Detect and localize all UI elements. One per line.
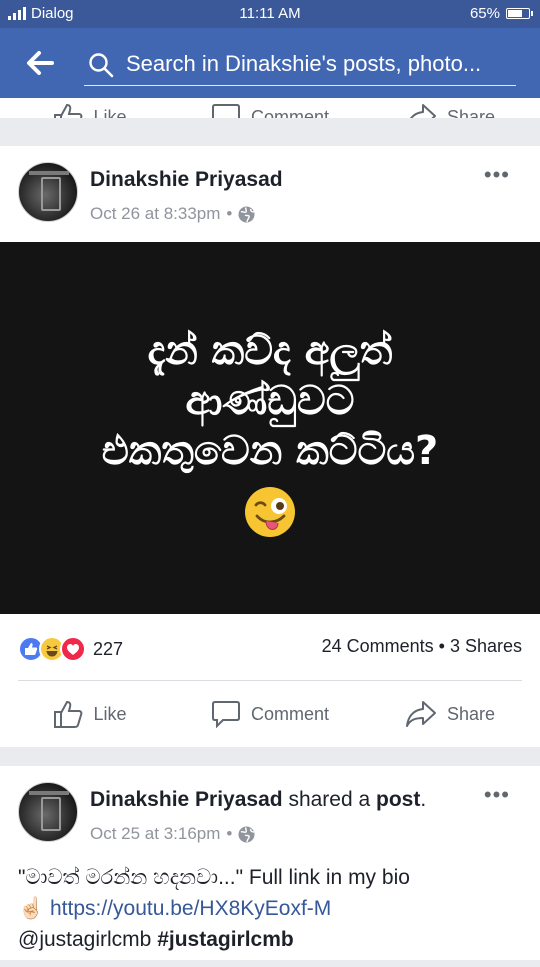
share-button[interactable]: Share (360, 681, 540, 747)
comment-label: Comment (250, 703, 330, 724)
post-date[interactable]: Oct 26 at 8:33pm (90, 204, 220, 224)
back-arrow-icon (27, 51, 54, 75)
reaction-count: 227 (93, 638, 124, 659)
prev-share-button[interactable]: Share (360, 98, 540, 118)
post-meta: Oct 26 at 8:33pm • (90, 204, 255, 224)
status-bar: Dialog 11:11 AM 65% (0, 0, 540, 28)
share-icon (405, 701, 436, 727)
post-header: Dinakshie Priyasad Oct 26 at 8:33pm • ••… (0, 146, 540, 242)
battery-status: 65% (469, 5, 533, 22)
post-text: "මාවත් මරන්න හදනවා..." Full link in my b… (0, 862, 540, 967)
post-image[interactable]: දැන් කව්ද අලුත් ආණ්ඩුවට එකතුවෙන කට්ටිය? (0, 242, 540, 614)
like-button[interactable]: Like (0, 681, 180, 747)
comments-shares-count[interactable]: 24 Comments • 3 Shares (322, 636, 522, 657)
post-text-line: "මාවත් මරන්න හදනවා..." Full link in my b… (18, 866, 410, 889)
winking-tongue-emoji-icon (245, 487, 295, 537)
youtube-link[interactable]: https://youtu.be/HX8KyEoxf-M (50, 897, 331, 920)
image-text-line: එකතුවෙන කට්ටිය? (101, 428, 439, 474)
search-bar[interactable]: Search in Dinakshie's posts, photo... (84, 40, 516, 86)
battery-percent: 65% (469, 5, 500, 22)
image-text-line: ආණ්ඩුවට (185, 378, 355, 424)
search-header: Search in Dinakshie's posts, photo... (0, 28, 540, 98)
like-label: Like (93, 703, 127, 724)
meta-separator: • (226, 204, 233, 223)
previous-post-actions: Like Comment Share (0, 98, 540, 118)
more-options-button[interactable]: ••• (484, 162, 510, 188)
author-name[interactable]: Dinakshie Priyasad (90, 168, 283, 192)
comment-icon (211, 104, 240, 118)
hashtag-link[interactable]: #justagirlcmb (157, 928, 294, 951)
search-underline (84, 85, 516, 86)
meta-separator: • (226, 824, 233, 843)
post-text-line: @justagirlcmb #justagirlcmb (18, 924, 522, 955)
love-reaction-icon (60, 636, 86, 662)
share-icon (409, 104, 436, 118)
comment-button[interactable]: Comment (180, 681, 360, 747)
image-text: දැන් කව්ද අලුත් ආණ්ඩුවට එකතුවෙන කට්ටිය? (0, 326, 540, 476)
post-date[interactable]: Oct 25 at 3:16pm (90, 824, 220, 844)
author-name[interactable]: Dinakshie Priyasad (90, 788, 283, 811)
shared-post-link[interactable]: post (376, 788, 420, 811)
avatar[interactable] (18, 162, 78, 222)
prev-comment-button[interactable]: Comment (180, 98, 360, 118)
prev-action-bar: Like Comment Share (0, 98, 540, 118)
clock: 11:11 AM (239, 5, 301, 22)
globe-icon (238, 206, 255, 222)
post-stats: 227 24 Comments • 3 Shares (18, 614, 522, 681)
image-text-line: දැන් කව්ද අලුත් (147, 328, 393, 374)
battery-fill (508, 10, 523, 17)
like-icon (54, 103, 83, 118)
prev-like-label: Like (93, 106, 127, 119)
action-bar: Like Comment Share (0, 681, 540, 747)
post-card: Dinakshie Priyasad shared a post. Oct 25… (0, 766, 540, 960)
post-meta: Oct 25 at 3:16pm • (90, 824, 255, 844)
post-text-line: ☝🏻 https://youtu.be/HX8KyEoxf-M (18, 893, 522, 924)
reactions-summary[interactable]: 227 (18, 636, 123, 662)
globe-icon (238, 826, 255, 842)
mention: @justagirlcmb (18, 928, 158, 951)
back-button[interactable] (22, 46, 58, 80)
search-icon (89, 53, 114, 78)
author-line: Dinakshie Priyasad shared a post. (90, 788, 426, 812)
post-card: Dinakshie Priyasad Oct 26 at 8:33pm • ••… (0, 146, 540, 747)
prev-like-button[interactable]: Like (0, 98, 180, 118)
share-label: Share (446, 703, 496, 724)
post-header: Dinakshie Priyasad shared a post. Oct 25… (0, 766, 540, 862)
like-icon (54, 700, 83, 728)
prev-comment-label: Comment (250, 106, 330, 119)
more-options-button[interactable]: ••• (484, 782, 510, 808)
avatar[interactable] (18, 782, 78, 842)
prev-share-label: Share (446, 106, 496, 119)
battery-icon (506, 8, 533, 19)
comment-icon (211, 701, 240, 728)
period: . (420, 788, 427, 811)
pointing-glyphs: ☝🏻 (18, 897, 50, 920)
shared-text: shared a (282, 788, 377, 811)
search-input[interactable]: Search in Dinakshie's posts, photo... (126, 51, 511, 77)
